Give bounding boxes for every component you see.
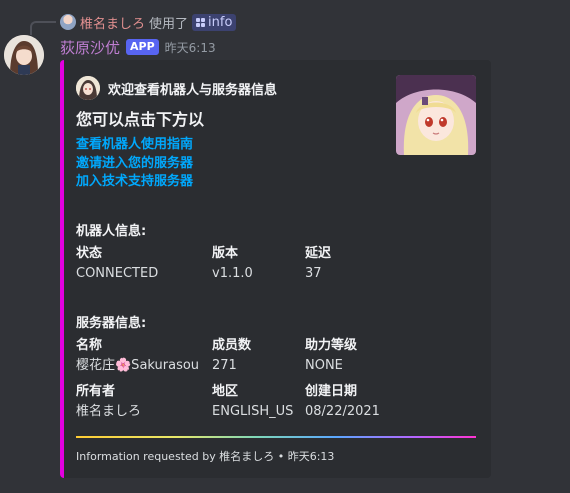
field-name: 名称 (76, 338, 103, 353)
field-status: 状态 CONNECTED (76, 244, 158, 284)
field-name: 地区 (212, 384, 239, 399)
field-version: 版本 v1.1.0 (212, 244, 253, 284)
server-info-title: 服务器信息: (76, 316, 147, 331)
field-name: 状态 (76, 246, 103, 261)
field-name: 成员数 (212, 338, 252, 353)
field-value: 樱花庄🌸Sakurasou (76, 358, 200, 373)
field-value: ENGLISH_US (212, 404, 294, 419)
reply-user-avatar[interactable] (60, 14, 76, 30)
field-name: 助力等级 (305, 338, 358, 353)
reply-spine (30, 21, 56, 35)
embed-author-icon (76, 76, 100, 100)
embed: 欢迎查看机器人与服务器信息 您可以点击下方以 查看机器人使用指南 邀请进入您的服… (60, 60, 491, 478)
embed-thumbnail[interactable] (396, 75, 476, 155)
field-name: 所有者 (76, 384, 116, 399)
command-icon (196, 17, 206, 27)
field-value: 271 (212, 358, 237, 373)
field-created-date: 创建日期 08/22/2021 (305, 382, 380, 422)
reply-used-text: 使用了 (149, 16, 189, 32)
reply-context[interactable]: 椎名ましろ 使用了 info (60, 12, 237, 32)
field-owner: 所有者 椎名ましろ (76, 382, 141, 422)
field-region: 地区 ENGLISH_US (212, 382, 293, 422)
field-name: 版本 (212, 246, 239, 261)
embed-author: 欢迎查看机器人与服务器信息 (76, 76, 277, 100)
rainbow-divider (76, 436, 476, 438)
command-name: info (208, 14, 233, 30)
field-boost-level: 助力等级 NONE (305, 336, 357, 376)
field-name: 创建日期 (305, 384, 358, 399)
field-name: 延迟 (305, 246, 332, 261)
field-value: NONE (305, 358, 343, 373)
bot-info-title: 机器人信息: (76, 224, 147, 239)
app-badge: APP (126, 39, 159, 55)
field-value: v1.1.0 (212, 266, 253, 281)
author-avatar[interactable] (4, 35, 44, 75)
link-support-server[interactable]: 加入技术支持服务器 (76, 173, 193, 192)
link-bot-guide[interactable]: 查看机器人使用指南 (76, 136, 193, 155)
message-header: 荻原沙优 APP 昨天6:13 (60, 36, 216, 58)
field-value: 椎名ましろ (76, 404, 142, 419)
embed-author-name: 欢迎查看机器人与服务器信息 (108, 82, 278, 98)
link-invite-bot[interactable]: 邀请进入您的服务器 (76, 155, 193, 174)
field-member-count: 成员数 271 (212, 336, 251, 376)
slash-command-chip[interactable]: info (192, 13, 237, 31)
message-timestamp[interactable]: 昨天6:13 (165, 39, 216, 56)
embed-links: 查看机器人使用指南 邀请进入您的服务器 加入技术支持服务器 (76, 136, 193, 192)
discord-message: 椎名ましろ 使用了 info 荻原沙优 APP 昨天6:13 欢迎查看机器人与服… (0, 0, 570, 493)
field-server-name: 名称 樱花庄🌸Sakurasou (76, 336, 199, 376)
embed-footer: Information requested by 椎名ましろ • 昨天6:13 (76, 450, 335, 463)
field-value: CONNECTED (76, 266, 159, 281)
field-value: 08/22/2021 (305, 404, 380, 419)
field-value: 37 (305, 266, 322, 281)
embed-title: 您可以点击下方以 (76, 110, 205, 129)
field-latency: 延迟 37 (305, 244, 331, 284)
author-name[interactable]: 荻原沙优 (60, 37, 120, 58)
embed-accent-bar (60, 60, 64, 478)
reply-username[interactable]: 椎名ましろ (80, 13, 145, 32)
